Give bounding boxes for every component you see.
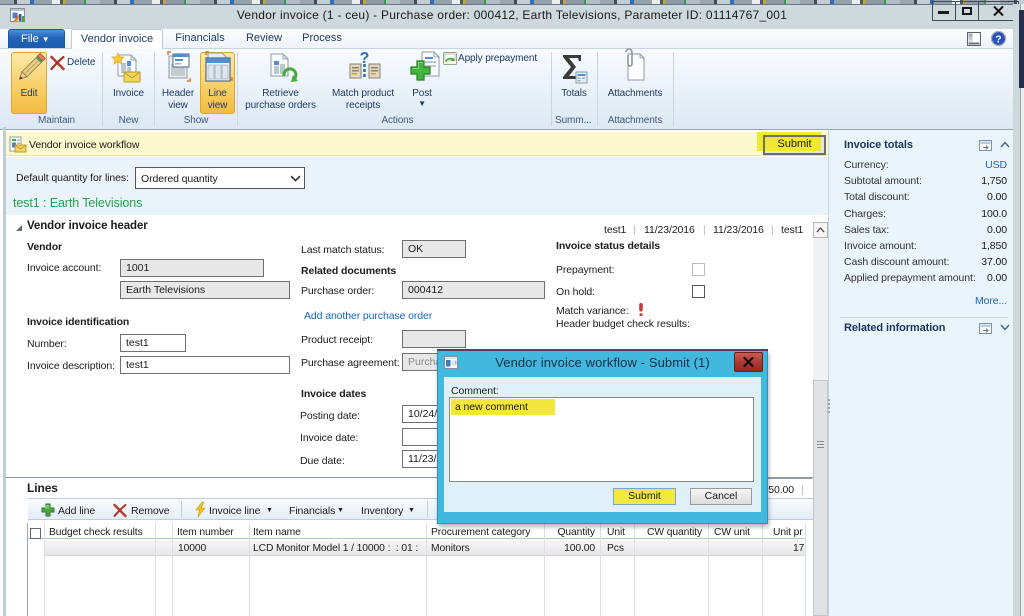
svg-text:?: ? (360, 50, 370, 67)
svg-text:?: ? (995, 34, 1001, 46)
